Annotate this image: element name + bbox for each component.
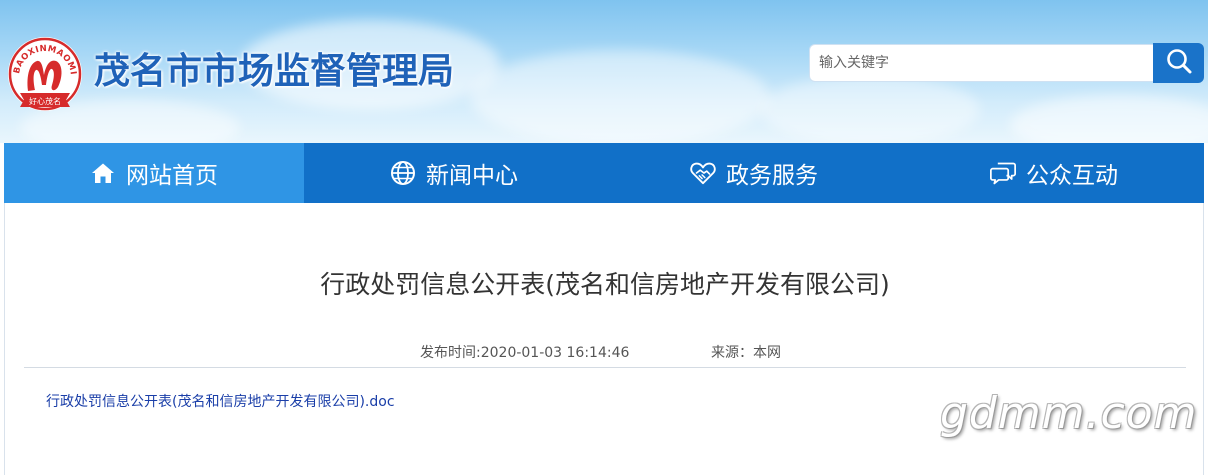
home-icon: [90, 160, 116, 186]
emblem-logo-icon[interactable]: BAOXINMAOMING 好心茂名: [2, 28, 84, 113]
search-icon: [1165, 47, 1193, 79]
header-cloud: [760, 75, 980, 143]
site-header: BAOXINMAOMING 好心茂名 茂名市市场监督管理局: [0, 0, 1208, 143]
article-source: 来源：本网: [711, 345, 781, 361]
article-title: 行政处罚信息公开表(茂名和信房地产开发有限公司): [320, 270, 890, 299]
watermark: gdmm.com: [940, 388, 1198, 439]
handshake-icon: [690, 160, 716, 186]
article-content: 行政处罚信息公开表(茂名和信房地产开发有限公司) 发布时间:2020-01-03…: [4, 203, 1204, 475]
globe-icon: [390, 160, 416, 186]
chat-icon: [990, 160, 1016, 186]
main-nav: 网站首页 新闻中心 政务服务 公众互动: [4, 143, 1204, 203]
nav-item-interaction[interactable]: 公众互动: [904, 143, 1204, 203]
attachment-link[interactable]: 行政处罚信息公开表(茂名和信房地产开发有限公司).doc: [46, 391, 395, 411]
search-box: [809, 44, 1154, 82]
search-button[interactable]: [1153, 43, 1204, 83]
header-cloud: [1010, 95, 1208, 143]
nav-item-services[interactable]: 政务服务: [604, 143, 904, 203]
nav-item-label: 新闻中心: [426, 163, 518, 189]
nav-item-label: 政务服务: [726, 163, 818, 189]
publish-time: 发布时间:2020-01-03 16:14:46: [420, 345, 630, 361]
nav-item-label: 公众互动: [1026, 163, 1118, 189]
site-title[interactable]: 茂名市市场监督管理局: [94, 50, 454, 94]
search-input[interactable]: [810, 45, 1154, 81]
nav-item-label: 网站首页: [126, 163, 218, 189]
divider: [24, 367, 1186, 368]
header-cloud: [470, 50, 770, 143]
logo-ribbon-text: 好心茂名: [29, 96, 61, 106]
nav-item-home[interactable]: 网站首页: [4, 143, 304, 203]
nav-item-news[interactable]: 新闻中心: [304, 143, 604, 203]
